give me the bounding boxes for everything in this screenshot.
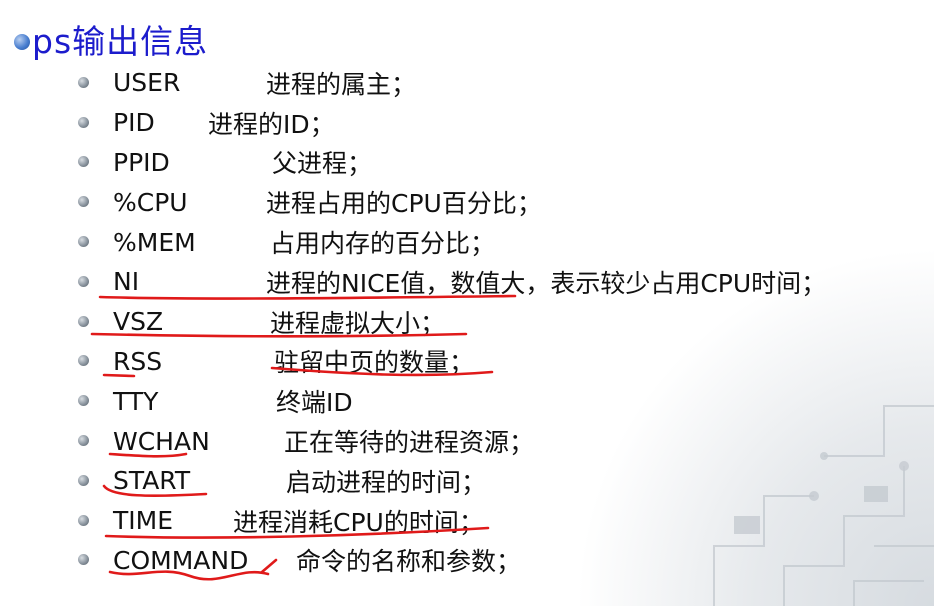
field-name: USER — [113, 68, 181, 98]
field-description: 命令的名称和参数； — [296, 547, 522, 577]
field-name: PID — [113, 108, 155, 138]
field-name: TIME — [113, 506, 174, 536]
field-description: 父进程； — [272, 149, 373, 179]
field-name: WCHAN — [113, 426, 210, 456]
field-description: 驻留中页的数量； — [274, 348, 475, 378]
bullet-icon — [78, 116, 89, 128]
bullet-icon — [78, 474, 89, 486]
field-name: PPID — [113, 147, 170, 177]
field-name: START — [113, 466, 191, 496]
field-name: VSZ — [113, 307, 164, 337]
bullet-icon — [78, 554, 89, 566]
bullet-icon — [78, 236, 89, 248]
field-description: 进程的ID； — [208, 109, 335, 139]
slide-title: ps输出信息 — [14, 14, 208, 64]
title-bullet-icon — [14, 34, 30, 50]
bullet-icon — [78, 315, 89, 327]
bullet-icon — [78, 355, 89, 367]
bullet-icon — [78, 395, 89, 407]
field-name: COMMAND — [113, 545, 249, 575]
circuit-decoration — [713, 405, 934, 606]
field-description: 占用内存的百分比； — [270, 229, 496, 259]
field-description: 正在等待的进程资源； — [284, 428, 535, 458]
field-description: 进程虚拟大小； — [270, 308, 446, 338]
bullet-icon — [78, 514, 89, 526]
bullet-icon — [78, 196, 89, 208]
mark-command — [260, 558, 278, 574]
field-description: 终端ID — [276, 388, 353, 418]
field-description: 进程占用的CPU百分比； — [266, 189, 542, 219]
field-description: 进程的NICE值，数值大，表示较少占用CPU时间； — [266, 268, 827, 298]
bullet-icon — [78, 76, 89, 88]
field-description: 启动进程的时间； — [286, 467, 487, 497]
field-description: 进程的属主； — [266, 69, 417, 99]
field-name: NI — [113, 267, 140, 297]
title-text: ps输出信息 — [32, 22, 209, 61]
field-name: TTY — [113, 386, 159, 416]
bullet-icon — [78, 435, 89, 447]
field-name: %CPU — [113, 187, 188, 217]
bullet-icon — [78, 275, 89, 287]
field-name: %MEM — [113, 227, 196, 257]
field-name: RSS — [113, 346, 163, 376]
field-description: 进程消耗CPU的时间； — [233, 507, 484, 537]
bullet-icon — [78, 156, 89, 168]
